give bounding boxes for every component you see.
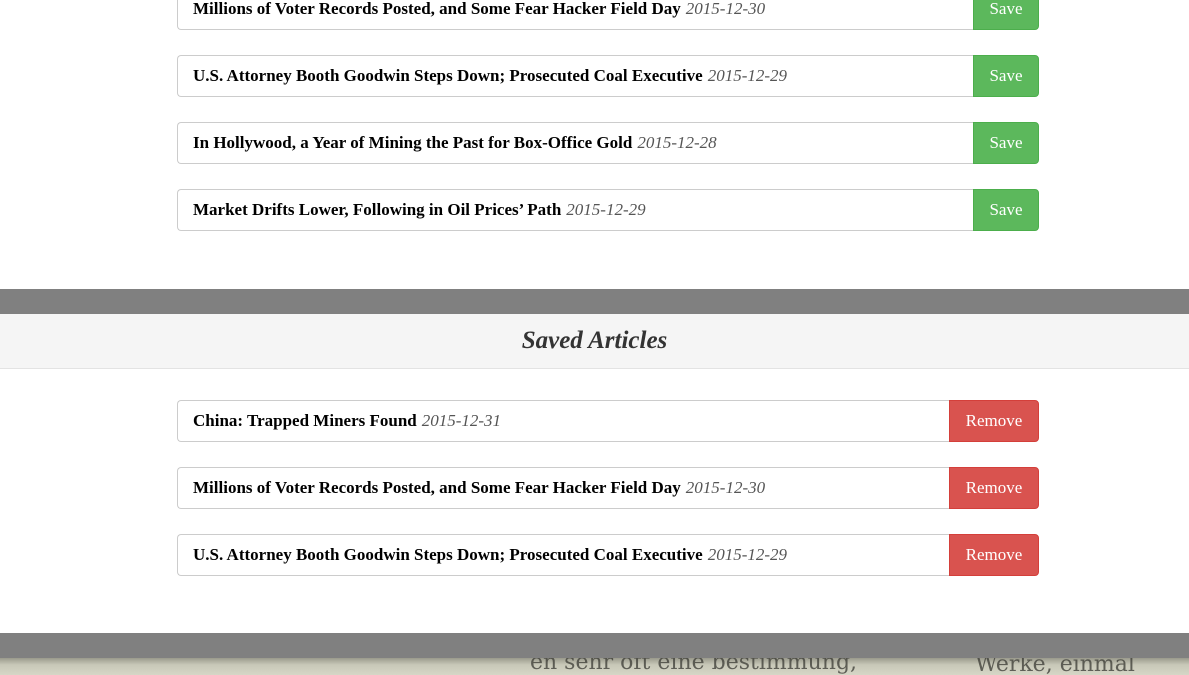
article-text: Millions of Voter Records Posted, and So… [177,0,973,30]
article-title[interactable]: In Hollywood, a Year of Mining the Past … [193,133,632,153]
remove-button[interactable]: Remove [949,467,1039,509]
article-title[interactable]: Market Drifts Lower, Following in Oil Pr… [193,200,561,220]
saved-article-row: U.S. Attorney Booth Goodwin Steps Down; … [177,534,1039,576]
article-title[interactable]: Millions of Voter Records Posted, and So… [193,478,681,498]
article-title[interactable]: Millions of Voter Records Posted, and So… [193,0,681,19]
article-text: In Hollywood, a Year of Mining the Past … [177,122,973,164]
article-row: Millions of Voter Records Posted, and So… [177,0,1039,30]
saved-article-row: Millions of Voter Records Posted, and So… [177,467,1039,509]
background-photo-text: en sehr oft eine bestimmung, [530,658,858,675]
background-photo-text: Werke, einmal [975,658,1135,675]
page: Millions of Voter Records Posted, and So… [0,0,1189,675]
article-title[interactable]: U.S. Attorney Booth Goodwin Steps Down; … [193,66,703,86]
article-row: U.S. Attorney Booth Goodwin Steps Down; … [177,55,1039,97]
remove-button[interactable]: Remove [949,400,1039,442]
section-divider [0,633,1189,658]
article-date: 2015-12-30 [685,478,766,497]
search-results-list: Millions of Voter Records Posted, and So… [177,0,1039,256]
article-text: Market Drifts Lower, Following in Oil Pr… [177,189,973,231]
saved-articles-list: China: Trapped Miners Found 2015-12-31 R… [177,400,1039,601]
section-divider [0,289,1189,314]
remove-button[interactable]: Remove [949,534,1039,576]
article-text: Millions of Voter Records Posted, and So… [177,467,949,509]
saved-articles-heading: Saved Articles [521,327,668,354]
saved-articles-header: Saved Articles [0,314,1189,369]
article-date: 2015-12-30 [685,0,766,18]
article-row: Market Drifts Lower, Following in Oil Pr… [177,189,1039,231]
background-photo: en sehr oft eine bestimmung, Werke, einm… [0,658,1189,675]
article-title[interactable]: China: Trapped Miners Found [193,411,417,431]
saved-article-row: China: Trapped Miners Found 2015-12-31 R… [177,400,1039,442]
article-date: 2015-12-29 [707,66,788,85]
article-text: China: Trapped Miners Found 2015-12-31 [177,400,949,442]
save-button[interactable]: Save [973,55,1039,97]
save-button[interactable]: Save [973,0,1039,30]
article-row: In Hollywood, a Year of Mining the Past … [177,122,1039,164]
article-title[interactable]: U.S. Attorney Booth Goodwin Steps Down; … [193,545,703,565]
save-button[interactable]: Save [973,189,1039,231]
save-button[interactable]: Save [973,122,1039,164]
article-date: 2015-12-29 [707,545,788,564]
article-date: 2015-12-29 [566,200,646,219]
article-date: 2015-12-28 [637,133,717,152]
article-text: U.S. Attorney Booth Goodwin Steps Down; … [177,534,949,576]
article-text: U.S. Attorney Booth Goodwin Steps Down; … [177,55,973,97]
article-date: 2015-12-31 [421,411,502,430]
